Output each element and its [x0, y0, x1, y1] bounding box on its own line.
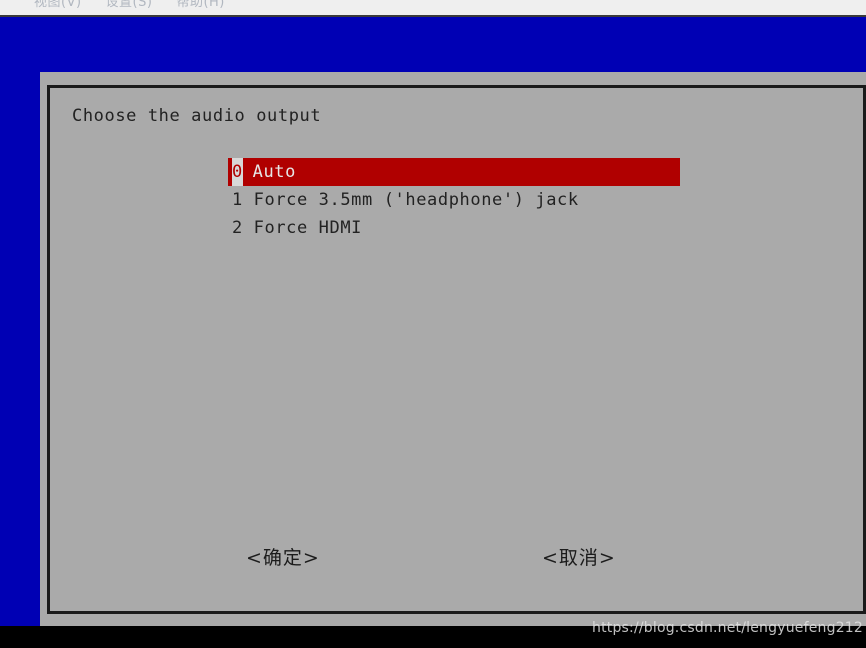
menu-item-view[interactable]: 视图(V) — [34, 0, 82, 10]
dialog-prompt: Choose the audio output — [72, 106, 322, 126]
option-row-force-hdmi[interactable]: 2 Force HDMI — [228, 214, 848, 242]
audio-output-dialog: Choose the audio output 0 Auto 1 Force 3.… — [47, 85, 866, 614]
menu-item-settings[interactable]: 设置(S) — [106, 0, 153, 10]
selection-cursor: 0 — [232, 158, 243, 186]
menu-bar-items: 视图(V) 设置(S) 帮助(H) — [34, 0, 225, 10]
menu-bar: 视图(V) 设置(S) 帮助(H) — [0, 0, 866, 17]
dialog-button-row: <确定> <取消> — [50, 543, 863, 577]
audio-output-option-list: 0 Auto 1 Force 3.5mm ('headphone') jack 2… — [228, 158, 848, 242]
cancel-button[interactable]: <取消> — [542, 543, 616, 570]
console-bottom-band — [0, 626, 866, 648]
option-label-auto: Auto — [252, 162, 296, 182]
screen: 视图(V) 设置(S) 帮助(H) Choose the audio outpu… — [0, 0, 866, 648]
menu-item-help[interactable]: 帮助(H) — [176, 0, 224, 10]
option-row-force-35mm[interactable]: 1 Force 3.5mm ('headphone') jack — [228, 186, 848, 214]
ok-button[interactable]: <确定> — [246, 543, 320, 570]
option-row-auto[interactable]: 0 Auto — [228, 158, 680, 186]
